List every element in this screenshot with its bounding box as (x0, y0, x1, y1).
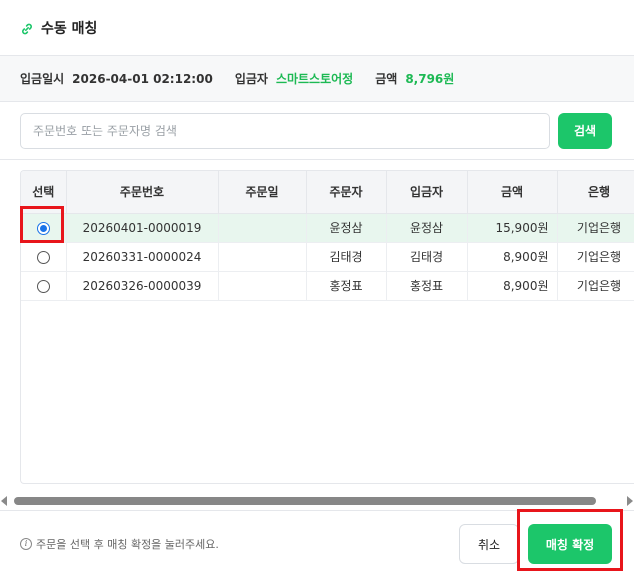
info-icon: i (20, 538, 32, 550)
bank-cell: 기업은행 (557, 213, 634, 243)
amount-label: 금액 (375, 72, 398, 86)
deposit-info-bar: 입금일시 2026-04-01 02:12:00 입금자 스마트스토어정 금액 … (0, 56, 634, 102)
orderer-cell: 김태경 (306, 242, 387, 272)
select-cell[interactable] (21, 213, 67, 243)
orderer-cell: 윤정삼 (306, 213, 387, 243)
select-radio[interactable] (36, 221, 50, 235)
column-header-order-no: 주문번호 (66, 171, 219, 214)
order-no-cell: 20260401-0000019 (66, 213, 219, 243)
column-header-bank: 은행 (557, 171, 634, 214)
dialog-footer: i 주문을 선택 후 매칭 확정을 눌러주세요. 취소 매칭 확정 (0, 510, 634, 575)
orderer-cell: 홍정표 (306, 271, 387, 301)
dialog-title: 수동 매칭 (41, 20, 98, 37)
search-button[interactable]: 검색 (558, 112, 612, 149)
scroll-right-arrow-icon[interactable] (627, 496, 633, 506)
amount-cell: 15,900원 (467, 213, 558, 243)
horizontal-scrollbar[interactable] (0, 494, 634, 508)
amount-value: 8,796원 (405, 72, 455, 86)
amount-cell: 8,900원 (467, 271, 558, 301)
column-header-amount: 금액 (467, 171, 558, 214)
order-no-cell: 20260331-0000024 (66, 242, 219, 272)
scrollbar-thumb[interactable] (14, 497, 596, 505)
footer-hint: i 주문을 선택 후 매칭 확정을 눌러주세요. (20, 536, 219, 552)
search-row: 검색 (0, 102, 634, 160)
confirm-matching-button[interactable]: 매칭 확정 (528, 524, 612, 564)
footer-hint-text: 주문을 선택 후 매칭 확정을 눌러주세요. (36, 538, 219, 551)
orders-table: 선택 주문번호 주문일 주문자 입금자 금액 은행 20260401-00000… (21, 171, 634, 301)
select-radio[interactable] (36, 279, 50, 293)
depositor-cell: 윤정삼 (386, 213, 468, 243)
amount-cell: 8,900원 (467, 242, 558, 272)
order-date-cell (218, 271, 307, 301)
order-search-input[interactable] (20, 112, 550, 149)
depositor-cell: 김태경 (386, 242, 468, 272)
table-row[interactable]: 20260326-0000039 홍정표 홍정표 8,900원 기업은행 (21, 271, 634, 301)
order-date-cell (218, 213, 307, 243)
cancel-button[interactable]: 취소 (459, 524, 519, 564)
depositor-label: 입금자 (234, 72, 268, 86)
deposit-datetime-value: 2026-04-01 02:12:00 (72, 71, 213, 86)
table-header-row: 선택 주문번호 주문일 주문자 입금자 금액 은행 (21, 171, 634, 214)
select-cell[interactable] (21, 242, 67, 272)
deposit-datetime-label: 입금일시 (20, 72, 65, 86)
scroll-left-arrow-icon[interactable] (1, 496, 7, 506)
depositor-value: 스마트스토어정 (275, 72, 354, 86)
column-header-orderer: 주문자 (306, 171, 387, 214)
dialog-header: 수동 매칭 (0, 0, 634, 56)
column-header-depositor: 입금자 (386, 171, 468, 214)
select-cell[interactable] (21, 271, 67, 301)
select-radio[interactable] (36, 250, 50, 264)
table-row[interactable]: 20260331-0000024 김태경 김태경 8,900원 기업은행 (21, 242, 634, 272)
column-header-select: 선택 (21, 171, 67, 214)
table-row[interactable]: 20260401-0000019 윤정삼 윤정삼 15,900원 기업은행 (21, 213, 634, 243)
orders-table-container: 선택 주문번호 주문일 주문자 입금자 금액 은행 20260401-00000… (20, 170, 634, 484)
bank-cell: 기업은행 (557, 271, 634, 301)
bank-cell: 기업은행 (557, 242, 634, 272)
order-no-cell: 20260326-0000039 (66, 271, 219, 301)
manual-matching-dialog: 수동 매칭 입금일시 2026-04-01 02:12:00 입금자 스마트스토… (0, 0, 634, 575)
link-icon (20, 21, 34, 35)
column-header-order-date: 주문일 (218, 171, 307, 214)
order-date-cell (218, 242, 307, 272)
depositor-cell: 홍정표 (386, 271, 468, 301)
